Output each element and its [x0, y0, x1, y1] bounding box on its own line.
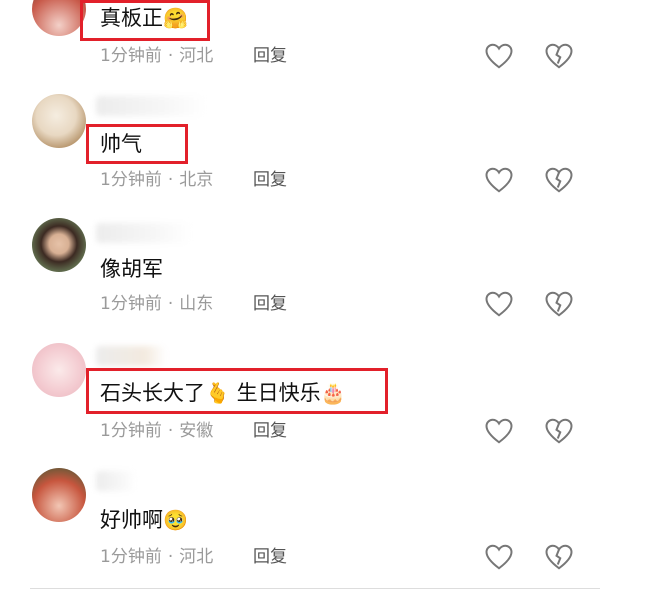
- broken-heart-icon[interactable]: [544, 417, 574, 445]
- comment-item: 好帅啊🥹 1分钟前 · 河北 回复: [0, 465, 660, 590]
- reply-button[interactable]: 回复: [253, 420, 287, 442]
- teary-emoji: 🥹: [163, 508, 188, 532]
- hug-emoji: 🤗: [163, 6, 188, 30]
- divider: [30, 588, 600, 589]
- heart-icon[interactable]: [484, 42, 514, 70]
- comment-meta: 1分钟前 · 河北: [100, 547, 214, 567]
- comment-meta: 1分钟前 · 北京: [100, 170, 214, 190]
- location: 山东: [179, 294, 214, 314]
- username-blurred: [96, 346, 166, 366]
- broken-heart-icon[interactable]: [544, 166, 574, 194]
- comment-item: 石头长大了🫰 生日快乐🎂 1分钟前 · 安徽 回复: [0, 340, 660, 465]
- broken-heart-icon[interactable]: [544, 42, 574, 70]
- comment-meta: 1分钟前 · 河北: [100, 46, 214, 66]
- reply-button[interactable]: 回复: [253, 45, 287, 67]
- location: 北京: [179, 170, 214, 190]
- avatar[interactable]: [32, 218, 86, 272]
- heart-icon[interactable]: [484, 417, 514, 445]
- heart-icon[interactable]: [484, 166, 514, 194]
- timestamp: 1分钟前: [100, 46, 162, 66]
- username-blurred: [96, 471, 136, 491]
- cake-emoji: 🎂: [320, 381, 346, 405]
- comment-item: 像胡军 1分钟前 · 山东 回复: [0, 215, 660, 340]
- comment-meta: 1分钟前 · 安徽: [100, 421, 214, 441]
- finger-heart-emoji: 🫰: [205, 381, 230, 405]
- avatar[interactable]: [32, 0, 86, 36]
- reply-button[interactable]: 回复: [253, 293, 287, 315]
- timestamp: 1分钟前: [100, 547, 162, 567]
- broken-heart-icon[interactable]: [544, 543, 574, 571]
- location: 河北: [179, 547, 214, 567]
- avatar[interactable]: [32, 94, 86, 148]
- avatar[interactable]: [32, 468, 86, 522]
- timestamp: 1分钟前: [100, 294, 162, 314]
- location: 河北: [179, 46, 214, 66]
- comment-text: 像胡军: [100, 257, 163, 281]
- reply-button[interactable]: 回复: [253, 546, 287, 568]
- comment-text: 好帅啊🥹: [100, 508, 188, 532]
- comment-text: 石头长大了🫰 生日快乐🎂: [100, 381, 346, 405]
- comment-meta: 1分钟前 · 山东: [100, 294, 214, 314]
- comment-text: 真板正🤗: [100, 6, 188, 30]
- reply-button[interactable]: 回复: [253, 169, 287, 191]
- comment-item: 帅气 1分钟前 · 北京 回复: [0, 90, 660, 215]
- timestamp: 1分钟前: [100, 170, 162, 190]
- username-blurred: [96, 223, 192, 243]
- comment-text: 帅气: [100, 132, 142, 156]
- comment-item: 真板正🤗 1分钟前 · 河北 回复: [0, 0, 660, 85]
- avatar[interactable]: [32, 343, 86, 397]
- location: 安徽: [179, 421, 214, 441]
- heart-icon[interactable]: [484, 290, 514, 318]
- timestamp: 1分钟前: [100, 421, 162, 441]
- username-blurred: [96, 96, 206, 116]
- broken-heart-icon[interactable]: [544, 290, 574, 318]
- heart-icon[interactable]: [484, 543, 514, 571]
